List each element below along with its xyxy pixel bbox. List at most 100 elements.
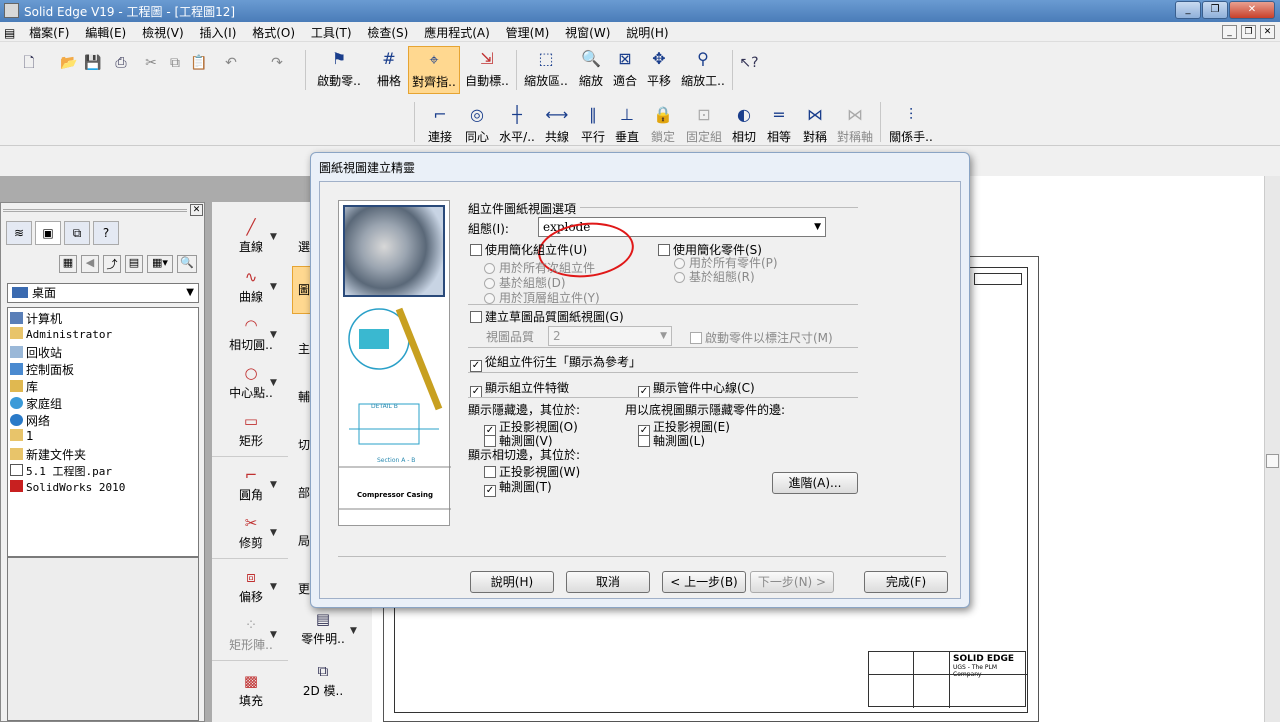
activate-part-button[interactable]: ⚑ 啟動零.. (314, 46, 364, 94)
checkbox-checked[interactable]: ✓ (484, 485, 496, 497)
iso-view-2-checkbox[interactable]: 軸測圖(L) (638, 432, 705, 449)
checkbox[interactable] (690, 332, 702, 344)
chevron-down-icon[interactable]: ▼ (270, 282, 277, 292)
chevron-down-icon[interactable]: ▼ (270, 232, 277, 242)
list-item[interactable]: 新建文件夹 (10, 446, 86, 463)
2d-model-tool[interactable]: ⧉ 2D 模.. (292, 662, 354, 699)
list-item[interactable]: 控制面板 (10, 361, 74, 378)
save-icon[interactable]: 💾 (82, 52, 104, 74)
draft-quality-checkbox[interactable]: 建立草圖品質圖紙視圖(G) (470, 308, 624, 325)
radio-by-config-2[interactable]: 基於組態(R) (674, 268, 755, 285)
scrollbar-thumb[interactable] (1266, 454, 1279, 468)
derive-reference-checkbox[interactable]: ✓ 從組立件衍生「顯示為參考」 (470, 353, 641, 372)
radio[interactable] (674, 272, 685, 283)
new-icon[interactable]: 🗋 (18, 52, 40, 74)
connect-button[interactable]: ⌐ 連接 (420, 102, 460, 150)
menu-window[interactable]: 視窗(W) (559, 22, 616, 42)
align-indicator-button[interactable]: ⌖ 對齊指.. (408, 46, 460, 94)
menu-manage[interactable]: 管理(M) (500, 22, 556, 42)
horizontal-vertical-button[interactable]: ┼ 水平/.. (496, 102, 538, 150)
finish-button[interactable]: 完成(F) (864, 571, 948, 593)
fixed-set-button[interactable]: ⊡ 固定組 (682, 102, 726, 150)
iso-view-3-checkbox[interactable]: ✓ 軸測圖(T) (484, 478, 552, 497)
vertical-scrollbar[interactable] (1264, 176, 1280, 722)
checkbox[interactable] (484, 466, 496, 478)
undo-icon[interactable]: ↶ (220, 52, 242, 74)
radio[interactable] (484, 263, 495, 274)
symmetric-button[interactable]: ⋈ 對稱 (796, 102, 834, 150)
mdi-minimize-button[interactable]: _ (1222, 25, 1237, 39)
relation-handles-button[interactable]: ⫶ 關係手.. (886, 102, 936, 150)
menu-edit[interactable]: 編輯(E) (79, 22, 132, 42)
cutting-plane-tool[interactable]: 切 (298, 436, 310, 453)
select-tool[interactable]: 選 (298, 238, 310, 255)
principal-view-tool[interactable]: 主 (298, 340, 310, 357)
panel-close-icon[interactable]: ✕ (190, 204, 203, 216)
section-view-tool[interactable]: 部 (298, 484, 310, 501)
pan-button[interactable]: ✥ 平移 (638, 46, 680, 94)
checkbox[interactable] (470, 311, 482, 323)
menu-applications[interactable]: 應用程式(A) (418, 22, 496, 42)
open-icon[interactable]: 📂 (58, 52, 80, 74)
app-icon[interactable] (4, 3, 19, 18)
next-button[interactable]: 下一步(N) > (750, 571, 834, 593)
location-combo[interactable]: 桌面 ▼ (7, 283, 199, 303)
help-cursor-icon[interactable]: ↖? (738, 52, 760, 74)
menu-help[interactable]: 說明(H) (620, 22, 674, 42)
mdi-restore-button[interactable]: ❐ (1241, 25, 1256, 39)
list-item[interactable]: SolidWorks 2010 (10, 480, 125, 497)
list-item[interactable]: 5.1 工程图.par (10, 463, 112, 480)
list-item[interactable]: 计算机 (10, 310, 62, 327)
parts-list-tool[interactable]: ▤ 零件明.. (292, 610, 354, 647)
equal-button[interactable]: = 相等 (760, 102, 798, 150)
search-icon[interactable]: 🔍 (177, 255, 197, 273)
perpendicular-button[interactable]: ⊥ 垂直 (608, 102, 646, 150)
rectangle-tool[interactable]: ▭ 矩形 (216, 412, 286, 449)
auxiliary-view-tool[interactable]: 輔 (298, 388, 310, 405)
radio[interactable] (484, 293, 495, 304)
back-icon[interactable]: ◀ (81, 255, 99, 273)
checkbox[interactable] (658, 244, 670, 256)
list-item[interactable]: 网络 (10, 412, 50, 429)
parallel-button[interactable]: ∥ 平行 (574, 102, 612, 150)
list-item[interactable]: 1 (10, 429, 34, 446)
zoom-area-button[interactable]: ⬚ 縮放區.. (522, 46, 570, 94)
library-tab-icon[interactable]: ▣ (35, 221, 61, 245)
view-grid-icon[interactable]: ▦ (59, 255, 77, 273)
minimize-button[interactable]: _ (1175, 1, 1201, 19)
grid-button[interactable]: # 柵格 (368, 46, 410, 94)
new-folder-icon[interactable]: ▤ (125, 255, 143, 273)
detail-view-tool[interactable]: 局 (298, 532, 310, 549)
list-item[interactable]: 库 (10, 378, 38, 395)
show-tube-centerline-checkbox[interactable]: ✓ 顯示管件中心線(C) (638, 379, 755, 398)
collinear-button[interactable]: ⟷ 共線 (538, 102, 576, 150)
chevron-down-icon[interactable]: ▼ (270, 480, 277, 490)
back-button[interactable]: < 上一步(B) (662, 571, 746, 593)
menu-insert[interactable]: 插入(I) (193, 22, 242, 42)
zoom-tool-button[interactable]: ⚲ 縮放工.. (678, 46, 728, 94)
mdi-close-button[interactable]: ✕ (1260, 25, 1275, 39)
advanced-button[interactable]: 進階(A)... (772, 472, 858, 494)
layers-tab-icon[interactable]: ≋ (6, 221, 32, 245)
cancel-button[interactable]: 取消 (566, 571, 650, 593)
help-button[interactable]: 說明(H) (470, 571, 554, 593)
checkbox-checked[interactable]: ✓ (470, 360, 482, 372)
menu-tools[interactable]: 工具(T) (305, 22, 358, 42)
tangent-button[interactable]: ◐ 相切 (724, 102, 764, 150)
view-menu-icon[interactable]: ▦▾ (147, 255, 173, 273)
checkbox[interactable] (638, 435, 650, 447)
restore-button[interactable]: ❐ (1202, 1, 1228, 19)
chevron-down-icon[interactable]: ▼ (270, 630, 277, 640)
copy-icon[interactable]: ⧉ (164, 52, 186, 74)
chevron-down-icon[interactable]: ▼ (270, 378, 277, 388)
panel-gripper[interactable] (3, 209, 187, 212)
chevron-down-icon[interactable]: ▼ (270, 582, 277, 592)
drive-part-checkbox[interactable]: 啟動零件以標注尺寸(M) (690, 329, 833, 346)
menu-file[interactable]: 檔案(F) (23, 22, 75, 42)
parts-tab-icon[interactable]: ⧉ (64, 221, 90, 245)
radio[interactable] (484, 278, 495, 289)
update-view-tool[interactable]: 更 (298, 580, 310, 597)
menu-format[interactable]: 格式(O) (246, 22, 301, 42)
menu-view[interactable]: 檢視(V) (136, 22, 190, 42)
redo-icon[interactable]: ↷ (266, 52, 288, 74)
